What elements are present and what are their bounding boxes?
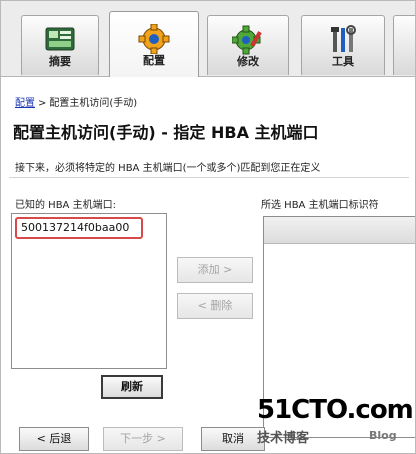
refresh-button[interactable]: 刷新 (101, 375, 163, 399)
breadcrumb-current: 配置主机访问(手动) (49, 98, 138, 109)
gear-icon (138, 23, 170, 55)
tab-more[interactable] (393, 15, 415, 75)
known-ports-list[interactable]: 500137214f0baa00 (11, 213, 167, 369)
tab-configure-label: 配置 (143, 54, 165, 67)
instruction-text: 接下来，必须将特定的 HBA 主机端口(一个或多个)匹配到您正在定义 (15, 163, 321, 174)
watermark: 51CTO.com 技术博客 Blog (257, 395, 414, 447)
selected-ports-header (264, 217, 415, 244)
breadcrumb: 配置 > 配置主机访问(手动) (15, 94, 137, 109)
back-button[interactable]: < 后退 (19, 427, 89, 451)
wizard-window: 摘要 配置 修改 工具 配置 > 配置主机访问(手动) 配置主机访问(手动) -… (0, 0, 416, 454)
selected-ports-label: 所选 HBA 主机端口标识符 (261, 200, 379, 211)
tab-summary-label: 摘要 (49, 55, 71, 68)
port-item[interactable]: 500137214f0baa00 (15, 217, 143, 239)
tab-bar: 摘要 配置 修改 工具 (1, 1, 415, 77)
watermark-subtitle: 技术博客 (257, 431, 310, 446)
tools-icon (327, 25, 359, 55)
watermark-blog: Blog (369, 429, 397, 442)
remove-button[interactable]: < 删除 (177, 293, 253, 319)
tab-modify[interactable]: 修改 (207, 15, 289, 75)
tab-tools-label: 工具 (332, 55, 354, 68)
tab-configure[interactable]: 配置 (109, 11, 199, 77)
watermark-logo: 51CTO.com (257, 395, 414, 425)
tab-tools[interactable]: 工具 (301, 15, 385, 75)
tab-modify-label: 修改 (237, 55, 259, 68)
summary-icon (44, 25, 76, 55)
breadcrumb-separator: > (38, 98, 47, 109)
breadcrumb-link-configure[interactable]: 配置 (15, 98, 35, 109)
tab-summary[interactable]: 摘要 (21, 15, 99, 75)
cancel-button[interactable]: 取消 (201, 427, 265, 451)
known-ports-label: 已知的 HBA 主机端口: (15, 200, 116, 211)
page-title: 配置主机访问(手动) - 指定 HBA 主机端口 (13, 123, 319, 142)
modify-gear-icon (231, 25, 264, 55)
add-button[interactable]: 添加 > (177, 257, 253, 283)
divider (9, 177, 409, 178)
next-button[interactable]: 下一步 > (103, 427, 183, 451)
